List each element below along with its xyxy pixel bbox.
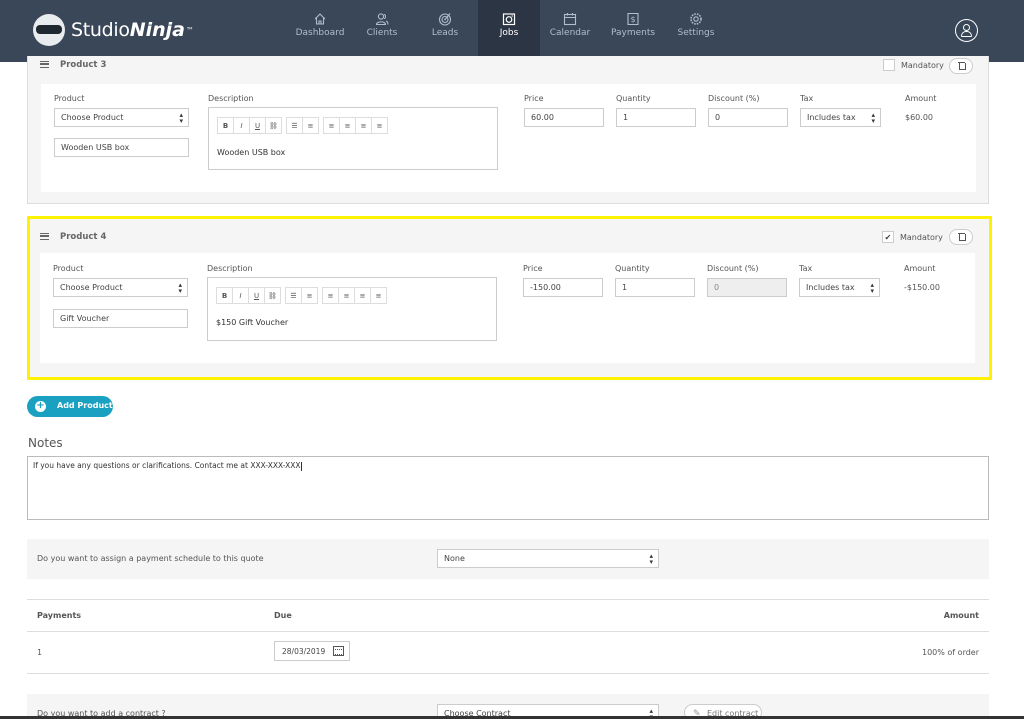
mandatory-checkbox[interactable]	[883, 59, 895, 71]
tax-column-label: Tax	[800, 94, 814, 103]
nav-clients-label: Clients	[366, 28, 398, 38]
due-header: Due	[274, 611, 292, 620]
product-name-input[interactable]: Wooden USB box	[54, 138, 189, 157]
payments-header: Payments	[37, 611, 82, 620]
notes-heading: Notes	[28, 436, 63, 450]
product-amount: $60.00	[905, 113, 933, 122]
select-arrows-icon: ▴▾	[649, 552, 653, 566]
add-product-button[interactable]: + Add Product	[27, 396, 113, 417]
bold-button[interactable]: B	[217, 117, 234, 134]
yellow-highlight-frame	[27, 216, 992, 380]
description-column-label: Description	[208, 94, 254, 103]
payment-schedule-select[interactable]: None ▴ ▾	[437, 549, 659, 568]
svg-text:$: $	[630, 15, 635, 24]
numbered-list-icon[interactable]: ≡	[302, 117, 319, 134]
nav-jobs[interactable]: Jobs	[478, 0, 540, 62]
product-3-body: Product Choose Product ▴ ▾ Wooden USB box…	[41, 84, 976, 192]
tax-select[interactable]: Includes tax ▴ ▾	[800, 108, 881, 127]
ninja-mask-icon	[33, 14, 65, 46]
home-icon	[314, 13, 326, 25]
product-3-mandatory[interactable]: Mandatory	[883, 59, 944, 71]
align-justify-icon[interactable]: ≡	[371, 117, 388, 134]
tax-value: Includes tax	[807, 113, 856, 122]
nav-dashboard-label: Dashboard	[295, 28, 345, 38]
brand-name-part1: Studio	[71, 19, 130, 41]
product-3-panel: Product 3 Mandatory Product Choose Produ…	[27, 56, 989, 204]
brand-trademark: ™	[186, 25, 194, 35]
nav-calendar-label: Calendar	[549, 28, 591, 38]
choose-product-select[interactable]: Choose Product ▴ ▾	[54, 108, 189, 127]
due-date-value: 28/03/2019	[282, 647, 326, 656]
description-editor[interactable]: B I U ⛓ ☰ ≡ ≡ ≡ ≡ ≡ Wooden USB box	[208, 107, 498, 170]
payment-schedule-value: None	[444, 554, 465, 563]
nav-dashboard[interactable]: Dashboard	[289, 0, 351, 62]
payments-table-header: Payments Due Amount	[27, 600, 989, 632]
gear-icon	[690, 13, 702, 25]
payment-schedule-question: Do you want to assign a payment schedule…	[37, 554, 264, 563]
nav-settings-label: Settings	[677, 28, 715, 38]
payments-table: Payments Due Amount 1 28/03/2019 100% of…	[27, 599, 989, 674]
nav-leads[interactable]: Leads	[414, 0, 476, 62]
studio-ninja-logo[interactable]: Studio Ninja ™	[33, 14, 194, 46]
calendar-icon[interactable]	[333, 646, 344, 656]
select-arrows-icon: ▴▾	[871, 111, 875, 125]
due-date-input[interactable]: 28/03/2019	[274, 641, 350, 661]
underline-button[interactable]: U	[249, 117, 266, 134]
amount-header: Amount	[943, 611, 979, 620]
amount-column-label: Amount	[905, 94, 937, 103]
link-icon[interactable]: ⛓	[265, 117, 282, 134]
discount-column-label: Discount (%)	[708, 94, 760, 103]
description-text: Wooden USB box	[217, 148, 286, 157]
dollar-icon: $	[627, 12, 639, 26]
nav-calendar[interactable]: Calendar	[539, 0, 601, 62]
top-nav-bar: Studio Ninja ™ Dashboard Clients Leads Job…	[0, 0, 1024, 62]
payment-amount: 100% of order	[922, 648, 979, 657]
add-product-label: Add Product	[57, 401, 113, 410]
align-left-icon[interactable]: ≡	[323, 117, 340, 134]
nav-clients[interactable]: Clients	[351, 0, 413, 62]
payment-schedule-row: Do you want to assign a payment schedule…	[27, 539, 989, 579]
drag-handle-icon[interactable]	[40, 61, 49, 68]
nav-payments-label: Payments	[610, 28, 656, 38]
quantity-column-label: Quantity	[616, 94, 651, 103]
mandatory-label: Mandatory	[901, 60, 944, 70]
price-input[interactable]: 60.00	[524, 108, 604, 127]
quantity-input[interactable]: 1	[616, 108, 696, 127]
choose-product-value: Choose Product	[61, 113, 124, 122]
product-column-label: Product	[54, 94, 85, 103]
delete-product-3-button[interactable]	[949, 58, 973, 74]
clients-icon	[375, 13, 389, 26]
nav-jobs-label: Jobs	[499, 28, 519, 38]
product-3-title: Product 3	[60, 60, 107, 70]
price-column-label: Price	[524, 94, 544, 103]
calendar-icon	[563, 13, 577, 26]
editor-toolbar: B I U ⛓ ☰ ≡ ≡ ≡ ≡ ≡	[217, 117, 393, 134]
italic-button[interactable]: I	[233, 117, 250, 134]
plus-icon: +	[35, 400, 46, 412]
notes-textarea[interactable]: If you have any questions or clarificati…	[27, 456, 989, 520]
notes-text: If you have any questions or clarificati…	[33, 461, 301, 470]
target-icon	[438, 13, 452, 26]
nav-leads-label: Leads	[431, 28, 459, 38]
camera-icon	[502, 13, 516, 26]
payment-number: 1	[37, 648, 43, 657]
select-arrows-icon: ▴▾	[179, 111, 183, 125]
nav-payments[interactable]: $ Payments	[602, 0, 664, 62]
nav-settings[interactable]: Settings	[665, 0, 727, 62]
brand-name-part2: Ninja	[129, 19, 185, 41]
discount-input[interactable]: 0	[708, 108, 788, 127]
text-caret	[300, 461, 302, 471]
bullet-list-icon[interactable]: ☰	[286, 117, 303, 134]
align-center-icon[interactable]: ≡	[339, 117, 356, 134]
user-avatar-button[interactable]	[955, 19, 978, 42]
align-right-icon[interactable]: ≡	[355, 117, 372, 134]
